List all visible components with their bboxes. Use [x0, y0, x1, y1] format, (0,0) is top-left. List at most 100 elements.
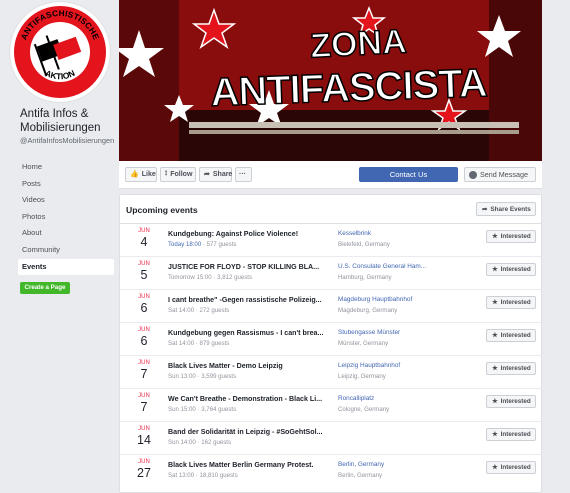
- event-guests: 577 guests: [206, 241, 237, 248]
- interested-button[interactable]: ★ Interested: [486, 230, 536, 243]
- event-time-guests: Sun 14:00 · 162 guests: [168, 439, 330, 446]
- nav-item-photos[interactable]: Photos: [18, 209, 114, 226]
- event-guests: 18,810 guests: [199, 472, 238, 479]
- event-day: 14: [137, 433, 151, 447]
- left-column: ANTIFASCHISTISCHE AKTION Antifa Infos & …: [0, 0, 119, 493]
- contact-us-button[interactable]: Contact Us: [359, 167, 458, 182]
- send-message-button[interactable]: Send Message: [464, 167, 536, 182]
- star-icon: ★: [492, 266, 498, 273]
- event-guests: 3,599 guests: [201, 373, 237, 380]
- events-heading: Upcoming events: [126, 205, 198, 215]
- messenger-icon: [469, 170, 477, 179]
- event-time: Sat 13:00: [168, 472, 195, 479]
- event-time: Sun 13:00: [168, 373, 196, 380]
- event-title-link[interactable]: Band der Solidarität in Leipzig - #SoGeh…: [168, 428, 330, 436]
- event-day: 6: [140, 334, 148, 348]
- event-day: 4: [140, 235, 148, 249]
- event-day: 7: [140, 367, 148, 381]
- event-place-link[interactable]: Magdeburg Hauptbahnhof: [338, 296, 428, 303]
- event-row[interactable]: JUN 6 Kundgebung gegen Rassismus - I can't…: [120, 322, 541, 355]
- create-page-button[interactable]: Create a Page: [20, 282, 70, 294]
- event-title-link[interactable]: Kundgebung: Against Police Violence!: [168, 230, 330, 238]
- event-month: JUN: [138, 294, 150, 300]
- event-time: Sun 14:00: [168, 439, 196, 446]
- event-title-link[interactable]: Kundgebung gegen Rassismus - I can't bre…: [168, 329, 330, 337]
- share-events-button[interactable]: ➦ Share Events: [476, 202, 536, 216]
- interested-button[interactable]: ★ Interested: [486, 428, 536, 441]
- cover-photo[interactable]: ZONA ANTIFASCISTA: [119, 0, 542, 161]
- star-icon: ★: [492, 464, 498, 471]
- event-row[interactable]: JUN 5 JUSTICE FOR FLOYD - STOP KILLING BLA…: [120, 256, 541, 289]
- event-row[interactable]: JUN 4 Kundgebung: Against Police Violence!…: [120, 223, 541, 256]
- event-title-link[interactable]: JUSTICE FOR FLOYD - STOP KILLING BLA...: [168, 263, 330, 271]
- event-row[interactable]: JUN 7 We Can't Breathe - Demonstration - B…: [120, 388, 541, 421]
- interested-button[interactable]: ★ Interested: [486, 461, 536, 474]
- event-row[interactable]: JUN 27 Black Lives Matter Berlin Germany P…: [120, 454, 541, 487]
- event-time-guests: Sun 13:00 · 3,599 guests: [168, 373, 330, 380]
- nav-item-home[interactable]: Home: [18, 159, 114, 176]
- event-time: Sun 15:00: [168, 406, 196, 413]
- event-time: Tomorrow 15:00: [168, 274, 212, 281]
- page-handle[interactable]: @AntifaInfosMobilisierungen: [20, 136, 116, 145]
- share-button[interactable]: ➦ Share: [199, 167, 232, 182]
- event-time-guests: Sat 14:00 · 879 guests: [168, 340, 330, 347]
- follow-button[interactable]: ⟟ Follow: [160, 167, 196, 182]
- nav-item-events[interactable]: Events: [18, 258, 114, 276]
- event-row[interactable]: JUN 7 Black Lives Matter - Demo Leipzig Sun…: [120, 355, 541, 388]
- event-place-link[interactable]: Kesselbrink: [338, 230, 428, 237]
- event-month: JUN: [138, 261, 150, 267]
- event-place-link[interactable]: U.S. Consulate General Ham...: [338, 263, 428, 270]
- event-time: Sat 14:00: [168, 340, 195, 347]
- event-row[interactable]: JUN 14 Band der Solidarität in Leipzig - #…: [120, 421, 541, 454]
- event-title-link[interactable]: Black Lives Matter Berlin Germany Protes…: [168, 461, 330, 469]
- share-arrow-icon: ➦: [482, 206, 488, 213]
- event-city: Leipzig, Germany: [338, 373, 386, 380]
- star-icon: ★: [492, 365, 498, 372]
- cover-graffiti-image: ZONA ANTIFASCISTA: [119, 0, 542, 161]
- antifa-logo-icon: ANTIFASCHISTISCHE AKTION: [14, 6, 106, 98]
- page-name[interactable]: Antifa Infos & Mobilisierungen: [20, 107, 116, 135]
- interested-button[interactable]: ★ Interested: [486, 296, 536, 309]
- interested-button[interactable]: ★ Interested: [486, 329, 536, 342]
- event-guests: 162 guests: [201, 439, 232, 446]
- like-button[interactable]: 👍 Like: [125, 167, 157, 182]
- event-guests: 3,812 guests: [217, 274, 253, 281]
- svg-text:ZONA: ZONA: [309, 23, 407, 66]
- nav-item-videos[interactable]: Videos: [18, 192, 114, 209]
- event-place-link[interactable]: Leipzig Hauptbahnhof: [338, 362, 428, 369]
- nav-item-community[interactable]: Community: [18, 242, 114, 259]
- event-city: Hamburg, Germany: [338, 274, 392, 281]
- more-options-button[interactable]: ···: [235, 167, 252, 182]
- upcoming-events-panel: Upcoming events ➦ Share Events JUN 4 Kundge…: [119, 194, 542, 493]
- page-scrollbar[interactable]: [560, 0, 570, 493]
- star-icon: ★: [492, 299, 498, 306]
- event-title-link[interactable]: Black Lives Matter - Demo Leipzig: [168, 362, 330, 370]
- page-nav: Home Posts Videos Photos About Community…: [18, 159, 114, 276]
- nav-item-about[interactable]: About: [18, 225, 114, 242]
- star-icon: ★: [492, 398, 498, 405]
- event-place-link[interactable]: Roncalliplatz: [338, 395, 428, 402]
- event-guests: 272 guests: [199, 307, 230, 314]
- event-city: Berlin, Germany: [338, 472, 383, 479]
- interested-button[interactable]: ★ Interested: [486, 263, 536, 276]
- event-title-link[interactable]: I cant breathe" -Gegen rassistische Poli…: [168, 296, 330, 304]
- event-title-link[interactable]: We Can't Breathe - Demonstration - Black…: [168, 395, 330, 403]
- event-city: Münster, Germany: [338, 340, 389, 347]
- interested-button[interactable]: ★ Interested: [486, 362, 536, 375]
- event-day: 7: [140, 400, 148, 414]
- event-month: JUN: [138, 426, 150, 432]
- event-month: JUN: [138, 327, 150, 333]
- event-month: JUN: [138, 360, 150, 366]
- event-time-guests: Sun 15:00 · 3,764 guests: [168, 406, 330, 413]
- event-day: 27: [137, 466, 151, 480]
- star-icon: ★: [492, 431, 498, 438]
- interested-button[interactable]: ★ Interested: [486, 395, 536, 408]
- main-column: ZONA ANTIFASCISTA 👍 Like ⟟ Follow ➦ Share ·…: [119, 0, 542, 493]
- profile-picture[interactable]: ANTIFASCHISTISCHE AKTION: [10, 2, 110, 102]
- event-place-link[interactable]: Berlin, Germany: [338, 461, 428, 468]
- event-month: JUN: [138, 459, 150, 465]
- event-place-link[interactable]: Stubengasse Münster: [338, 329, 428, 336]
- event-row[interactable]: JUN 6 I cant breathe" -Gegen rassistische …: [120, 289, 541, 322]
- nav-item-posts[interactable]: Posts: [18, 176, 114, 193]
- event-city: Bielefeld, Germany: [338, 241, 390, 248]
